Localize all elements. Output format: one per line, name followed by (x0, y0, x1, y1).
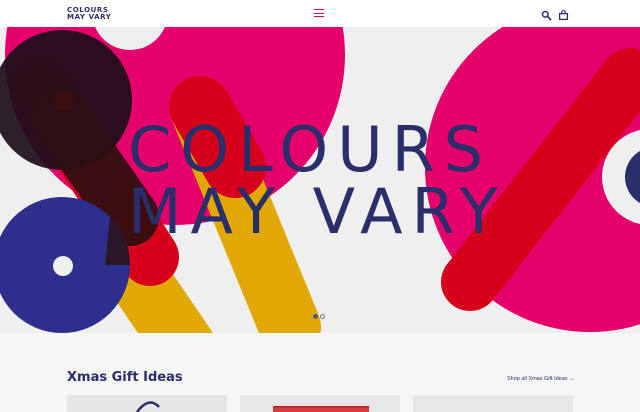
site-logo[interactable]: COLOURS MAY VARY (67, 7, 127, 20)
carousel-dots (313, 314, 327, 320)
gift-ideas-section: Xmas Gift Ideas Shop all Xmas Gift Ideas… (0, 333, 640, 412)
product-image (413, 395, 573, 412)
hero-title-line-1: COLOURS (128, 113, 493, 186)
product-image (67, 395, 227, 412)
section-title: Xmas Gift Ideas (67, 370, 183, 385)
search-icon[interactable] (541, 8, 552, 21)
hero-banner[interactable]: COLOURS MAY VARY (0, 27, 640, 333)
product-image (240, 395, 400, 412)
site-header: COLOURS MAY VARY (0, 0, 640, 27)
hero-title-line-2: MAY VARY (128, 175, 507, 248)
logo-line-2: MAY VARY (67, 12, 112, 21)
shop-all-link[interactable]: Shop all Xmas Gift Ideas → (507, 376, 575, 382)
carousel-dot-1[interactable] (313, 314, 318, 319)
hamburger-menu-icon[interactable] (313, 7, 325, 19)
product-card[interactable] (240, 395, 400, 412)
product-card[interactable] (67, 395, 227, 412)
shopping-bag-icon[interactable] (558, 8, 569, 21)
carousel-dot-2[interactable] (320, 314, 325, 319)
product-card[interactable] (413, 395, 573, 412)
hero-title: COLOURS MAY VARY (128, 119, 528, 243)
